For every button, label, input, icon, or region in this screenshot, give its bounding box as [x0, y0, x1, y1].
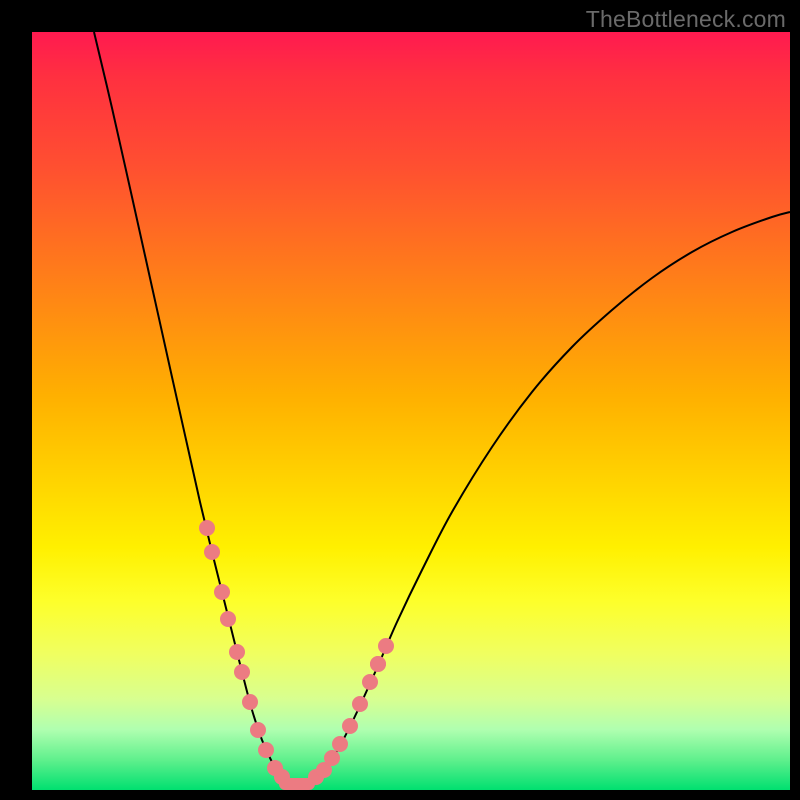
frame: TheBottleneck.com — [0, 0, 800, 800]
left-dots-dot — [220, 611, 236, 627]
left-dots-dot — [229, 644, 245, 660]
right-dots-dot — [342, 718, 358, 734]
right-dots-dot — [362, 674, 378, 690]
right-dots-dot — [370, 656, 386, 672]
plot-area — [32, 32, 790, 790]
right-dots-dot — [352, 696, 368, 712]
left-dots-dot — [250, 722, 266, 738]
right-dots-dot — [324, 750, 340, 766]
right-dots-dot — [332, 736, 348, 752]
left-dots-dot — [258, 742, 274, 758]
left-dots-dot — [242, 694, 258, 710]
watermark-text: TheBottleneck.com — [586, 6, 786, 33]
left-dots-dot — [199, 520, 215, 536]
right-dots-dot — [378, 638, 394, 654]
left-dots-dot — [204, 544, 220, 560]
bottleneck-curve — [94, 32, 790, 784]
curve-layer — [32, 32, 790, 790]
left-dots-dot — [234, 664, 250, 680]
left-dots-dot — [214, 584, 230, 600]
minimum-marker — [279, 778, 315, 790]
